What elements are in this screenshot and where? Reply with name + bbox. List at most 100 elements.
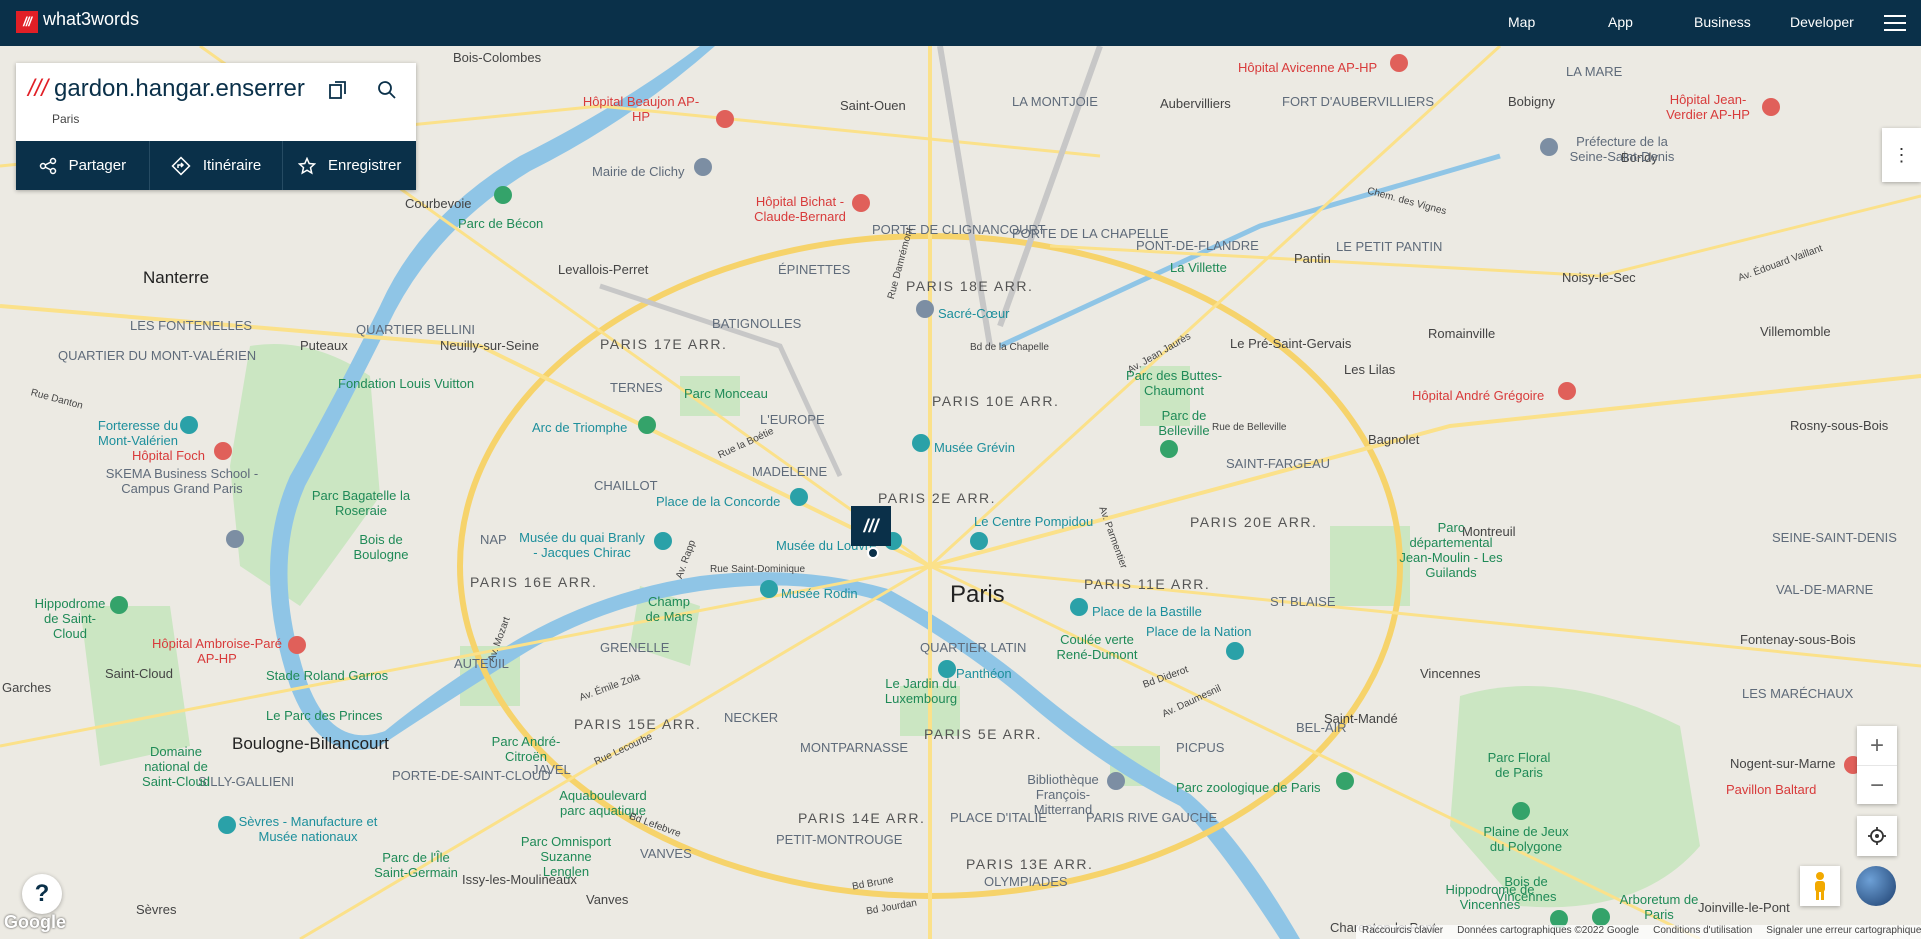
hospital-pin-icon[interactable] bbox=[852, 194, 870, 212]
poi-hippodrome-vincennes[interactable]: Hippodrome de Vincennes bbox=[1430, 882, 1550, 912]
zoo-pin-icon[interactable] bbox=[1336, 772, 1354, 790]
poi-nation[interactable]: Place de la Nation bbox=[1146, 624, 1252, 639]
poi-quai-branly[interactable]: Musée du quai Branly - Jacques Chirac bbox=[516, 530, 648, 560]
poi-prefecture[interactable]: Préfecture de la Seine-Saint-Denis bbox=[1562, 134, 1682, 164]
poi-andre-gregoire[interactable]: Hôpital André Grégoire bbox=[1412, 388, 1544, 403]
poi-arc-triomphe[interactable]: Arc de Triomphe bbox=[532, 420, 627, 435]
poi-bagatelle[interactable]: Parc Bagatelle la Roseraie bbox=[306, 488, 416, 518]
search-icon[interactable] bbox=[376, 79, 398, 106]
my-location-button[interactable] bbox=[1857, 816, 1897, 856]
poi-parc-becon[interactable]: Parc de Bécon bbox=[458, 216, 543, 231]
zoom-out-button[interactable]: − bbox=[1857, 766, 1897, 805]
poi-andre-citroen[interactable]: Parc André-Citroën bbox=[486, 734, 566, 764]
poi-domaine-st-cloud[interactable]: Domaine national de Saint-Cloud bbox=[126, 744, 226, 789]
nav-developer[interactable]: Developer bbox=[1790, 14, 1854, 30]
poi-musee-grevin[interactable]: Musée Grévin bbox=[934, 440, 1015, 455]
poi-bibliotheque[interactable]: Bibliothèque François-Mitterrand bbox=[1020, 772, 1106, 817]
racecourse-pin-icon[interactable] bbox=[110, 596, 128, 614]
hamburger-menu-icon[interactable] bbox=[1884, 15, 1906, 31]
hospital-pin-icon[interactable] bbox=[214, 442, 232, 460]
museum-pin-icon[interactable] bbox=[218, 816, 236, 834]
hospital-pin-icon[interactable] bbox=[1390, 54, 1408, 72]
poi-musee-rodin[interactable]: Musée Rodin bbox=[781, 586, 858, 601]
poi-bichat[interactable]: Hôpital Bichat - Claude-Bernard bbox=[750, 194, 850, 224]
poi-parc-monceau[interactable]: Parc Monceau bbox=[684, 386, 768, 401]
poi-avicenne[interactable]: Hôpital Avicenne AP-HP bbox=[1238, 60, 1377, 75]
poi-hippodrome-st-cloud[interactable]: Hippodrome de Saint-Cloud bbox=[30, 596, 110, 641]
library-pin-icon[interactable] bbox=[1107, 772, 1125, 790]
poi-parc-departemental[interactable]: Parc départemental Jean-Moulin - Les Gui… bbox=[1396, 520, 1506, 580]
poi-parc-princes[interactable]: Le Parc des Princes bbox=[266, 708, 382, 723]
park-pin-icon[interactable] bbox=[1160, 440, 1178, 458]
landmark-pin-icon[interactable] bbox=[1070, 598, 1088, 616]
poi-champ-de-mars[interactable]: Champ de Mars bbox=[644, 594, 694, 624]
poi-sevres[interactable]: Sèvres - Manufacture et Musée nationaux bbox=[238, 814, 378, 844]
poi-sacre-coeur[interactable]: Sacré-Cœur bbox=[938, 306, 1010, 321]
park-pin-icon[interactable] bbox=[494, 186, 512, 204]
help-button[interactable]: ? bbox=[22, 874, 62, 914]
poi-buttes-chaumont[interactable]: Parc des Buttes-Chaumont bbox=[1124, 368, 1224, 398]
poi-beaujon[interactable]: Hôpital Beaujon AP-HP bbox=[576, 94, 706, 124]
poi-ambroise-pare[interactable]: Hôpital Ambroise-Paré AP-HP bbox=[150, 636, 284, 666]
nav-map[interactable]: Map bbox=[1508, 14, 1535, 30]
poi-pantheon[interactable]: Panthéon bbox=[956, 666, 1012, 681]
poi-fondation-vuitton[interactable]: Fondation Louis Vuitton bbox=[338, 376, 474, 391]
poi-concorde[interactable]: Place de la Concorde bbox=[656, 494, 780, 509]
nav-business[interactable]: Business bbox=[1694, 14, 1751, 30]
park-pin-icon[interactable] bbox=[1592, 908, 1610, 926]
poi-arboretum[interactable]: Arboretum de Paris bbox=[1614, 892, 1704, 922]
museum-pin-icon[interactable] bbox=[912, 434, 930, 452]
museum-pin-icon[interactable] bbox=[760, 580, 778, 598]
poi-pompidou[interactable]: Le Centre Pompidou bbox=[974, 514, 1093, 529]
directions-button[interactable]: Itinéraire bbox=[150, 141, 284, 190]
hospital-pin-icon[interactable] bbox=[1762, 98, 1780, 116]
park-pin-icon[interactable] bbox=[1512, 802, 1530, 820]
poi-pavillon-baltard[interactable]: Pavillon Baltard bbox=[1726, 782, 1816, 797]
poi-aquaboulevard[interactable]: Aquaboulevard parc aquatique bbox=[548, 788, 658, 818]
three-word-address[interactable]: gardon.hangar.enserrer bbox=[54, 75, 305, 103]
poi-parc-zoo[interactable]: Parc zoologique de Paris bbox=[1176, 780, 1321, 795]
satellite-view-globe-icon[interactable] bbox=[1856, 866, 1896, 906]
poi-plaine-polygone[interactable]: Plaine de Jeux du Polygone bbox=[1476, 824, 1576, 854]
poi-forteresse[interactable]: Forteresse du Mont-Valérien bbox=[88, 418, 188, 448]
landmark-pin-icon[interactable] bbox=[790, 488, 808, 506]
poi-parc-ile[interactable]: Parc de l'Île Saint-Germain bbox=[366, 850, 466, 880]
government-pin-icon[interactable] bbox=[1540, 138, 1558, 156]
keyboard-shortcuts-link[interactable]: Raccourcis clavier bbox=[1362, 925, 1443, 939]
what3words-square-marker[interactable]: /// bbox=[851, 506, 891, 546]
zoom-in-button[interactable]: + bbox=[1857, 726, 1897, 766]
poi-jean-verdier[interactable]: Hôpital Jean-Verdier AP-HP bbox=[1658, 92, 1758, 122]
poi-luxembourg[interactable]: Le Jardin du Luxembourg bbox=[878, 676, 964, 706]
town-hall-pin-icon[interactable] bbox=[694, 158, 712, 176]
place-label-noisy: Noisy-le-Sec bbox=[1562, 270, 1636, 285]
poi-hopital-foch[interactable]: Hôpital Foch bbox=[132, 448, 205, 463]
report-error-link[interactable]: Signaler une erreur cartographique bbox=[1766, 925, 1921, 939]
terms-link[interactable]: Conditions d'utilisation bbox=[1653, 925, 1752, 939]
nav-app[interactable]: App bbox=[1608, 14, 1633, 30]
brand-name[interactable]: what3words bbox=[43, 9, 139, 30]
hospital-pin-icon[interactable] bbox=[288, 636, 306, 654]
hospital-pin-icon[interactable] bbox=[1558, 382, 1576, 400]
landmark-pin-icon[interactable] bbox=[916, 300, 934, 318]
what3words-logo-icon[interactable]: /// bbox=[16, 11, 38, 33]
museum-pin-icon[interactable] bbox=[970, 532, 988, 550]
park-pin-icon[interactable] bbox=[638, 416, 656, 434]
copy-icon[interactable] bbox=[327, 79, 349, 106]
poi-omnisport[interactable]: Parc Omnisport Suzanne Lenglen bbox=[516, 834, 616, 879]
hospital-pin-icon[interactable] bbox=[716, 110, 734, 128]
landmark-pin-icon[interactable] bbox=[1226, 642, 1244, 660]
poi-bois-boulogne[interactable]: Bois de Boulogne bbox=[350, 532, 412, 562]
street-view-pegman-icon[interactable] bbox=[1800, 866, 1840, 906]
poi-roland-garros[interactable]: Stade Roland Garros bbox=[266, 668, 388, 683]
poi-mairie-clichy[interactable]: Mairie de Clichy bbox=[592, 164, 684, 179]
poi-la-villette[interactable]: La Villette bbox=[1170, 260, 1227, 275]
poi-parc-floral[interactable]: Parc Floral de Paris bbox=[1484, 750, 1554, 780]
save-button[interactable]: Enregistrer bbox=[283, 141, 416, 190]
poi-skema[interactable]: SKEMA Business School - Campus Grand Par… bbox=[102, 466, 262, 496]
more-options-button[interactable]: ⋮ bbox=[1882, 128, 1921, 182]
museum-pin-icon[interactable] bbox=[654, 532, 672, 550]
school-pin-icon[interactable] bbox=[226, 530, 244, 548]
poi-coulee-verte[interactable]: Coulée verte René-Dumont bbox=[1052, 632, 1142, 662]
share-button[interactable]: Partager bbox=[16, 141, 150, 190]
poi-bastille[interactable]: Place de la Bastille bbox=[1092, 604, 1202, 619]
